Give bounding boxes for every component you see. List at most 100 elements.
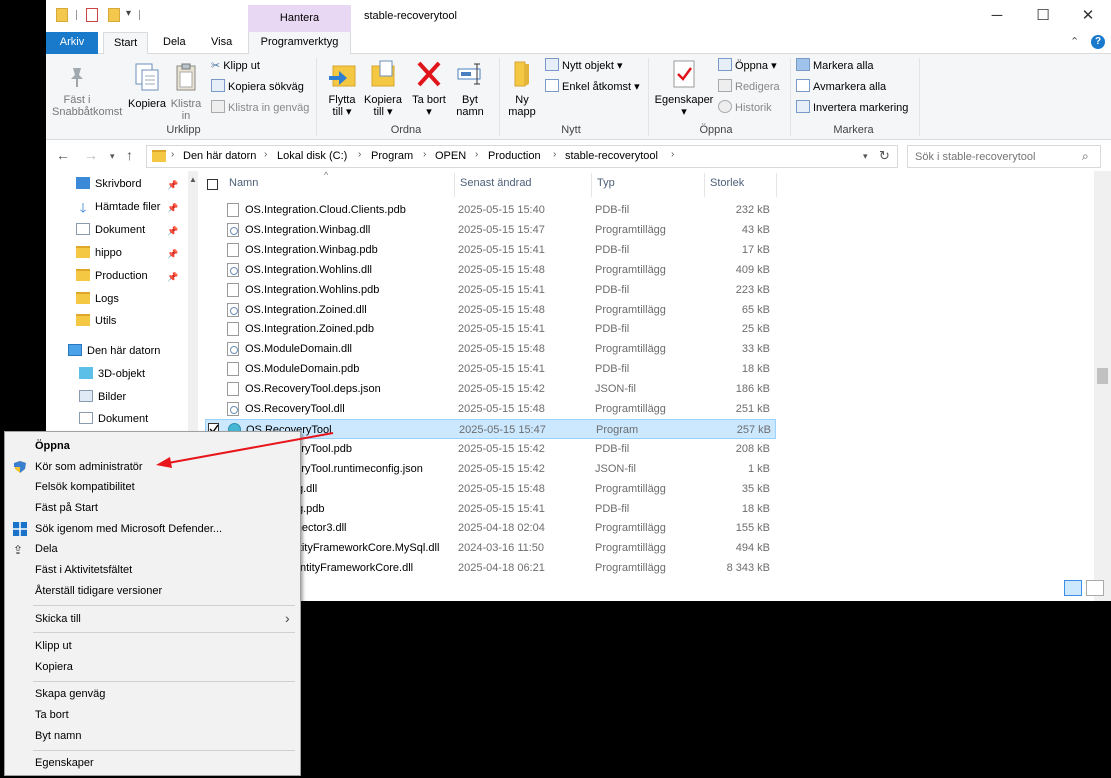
nav-item-downloads[interactable]: 🡓 Hämtade filer [76,196,166,218]
column-divider[interactable] [776,173,777,197]
scroll-up-icon[interactable]: ▲ [189,175,197,184]
maximize-button[interactable]: ☐ [1023,4,1063,28]
move-to-button[interactable]: Flytta till ▾ [322,58,362,118]
file-list-scrollbar[interactable] [1094,171,1111,601]
menu-item-defender[interactable]: Sök igenom med Microsoft Defender... [35,519,222,539]
select-none-button[interactable]: Avmarkera alla [796,79,886,95]
column-divider[interactable] [591,173,592,197]
column-header-type[interactable]: Typ [597,177,615,189]
history-button[interactable]: Historik [718,100,772,116]
column-divider[interactable] [454,173,455,197]
address-bar[interactable]: › Den här datorn › Lokal disk (C:) › Pro… [146,145,898,168]
qat-dropdown-icon[interactable]: ▾ [126,8,131,19]
nav-item-pictures[interactable]: Bilder [79,386,126,408]
easy-access-button[interactable]: Enkel åtkomst ▾ [545,79,640,95]
chevron-right-icon[interactable]: › [358,149,361,160]
chevron-right-icon[interactable]: › [264,149,267,160]
tab-visa[interactable]: Visa [201,32,242,54]
tab-start[interactable]: Start [103,32,149,55]
chevron-right-icon[interactable]: › [423,149,426,160]
menu-item-delete[interactable]: Ta bort [35,705,69,725]
file-row[interactable]: OS.ModuleDomain.dll 2025-05-15 15:48 Progr… [205,339,776,359]
back-arrow-icon[interactable]: ← [56,147,70,163]
menu-item-rename[interactable]: Byt namn [35,726,81,746]
file-row[interactable]: OS.Integration.Wohlins.dll 2025-05-15 15:… [205,260,776,280]
file-row[interactable]: OS.RecoveryTool.dll 2025-05-15 15:48 Progr… [205,399,776,419]
nav-item-production[interactable]: Production [76,265,148,287]
details-view-icon[interactable] [1064,580,1082,596]
column-header-date[interactable]: Senast ändrad [460,177,532,189]
cut-button[interactable]: ✂ Klipp ut [211,58,260,74]
menu-item-copy[interactable]: Kopiera [35,657,73,677]
recent-locations-icon[interactable]: ▾ [110,151,115,162]
minimize-button[interactable]: ─ [977,4,1017,28]
refresh-icon[interactable]: ↻ [879,148,890,164]
column-header-size[interactable]: Storlek [710,177,744,189]
tab-arkiv[interactable]: Arkiv [46,32,98,54]
forward-arrow-icon[interactable]: → [84,147,98,163]
search-input[interactable] [915,149,1075,164]
collapse-ribbon-icon[interactable]: ⌃ [1070,35,1079,48]
file-row[interactable]: OS.Integration.Wohlins.pdb 2025-05-15 15:… [205,280,776,300]
search-icon[interactable]: ⌕ [1082,149,1089,164]
nav-item-hippo[interactable]: hippo [76,242,122,264]
paste-shortcut-button[interactable]: Klistra in genväg [211,100,309,116]
chevron-right-icon[interactable]: › [475,149,478,160]
nav-item-logs[interactable]: Logs [76,288,119,310]
menu-item-pin-taskbar[interactable]: Fäst i Aktivitetsfältet [35,560,132,580]
paste-button[interactable]: Klistra in [169,58,203,122]
open-button[interactable]: Öppna ▾ [718,58,777,74]
nav-item-skrivbord[interactable]: Skrivbord [76,173,141,195]
copy-to-button[interactable]: Kopiera till ▾ [362,58,404,118]
menu-item-run-as-admin[interactable]: Kör som administratör [35,457,143,477]
large-icons-view-icon[interactable] [1086,580,1104,596]
column-divider[interactable] [704,173,705,197]
nav-item-dokument[interactable]: Dokument [76,219,145,241]
breadcrumb-segment[interactable]: Program [371,150,413,162]
pin-quick-access-button[interactable]: Fäst i Snabbåtkomst [52,58,122,118]
new-folder-button[interactable]: Ny mapp [504,58,540,118]
chevron-right-icon[interactable]: › [671,149,674,160]
breadcrumb-segment[interactable]: Den här datorn [183,150,256,162]
invert-selection-button[interactable]: Invertera markering [796,100,908,116]
help-icon[interactable]: ? [1091,35,1105,49]
file-row[interactable]: OS.Integration.Cloud.Clients.pdb 2025-05-… [205,200,776,220]
nav-item-documents[interactable]: Dokument [79,408,148,430]
breadcrumb-segment[interactable]: Lokal disk (C:) [277,150,347,162]
menu-item-open[interactable]: Öppna [35,436,70,456]
copy-path-button[interactable]: Kopiera sökväg [211,79,304,95]
menu-item-cut[interactable]: Klipp ut [35,636,72,656]
tab-dela[interactable]: Dela [153,32,196,54]
breadcrumb-segment[interactable]: Production [488,150,541,162]
copy-button[interactable]: Kopiera [126,58,168,110]
menu-item-create-shortcut[interactable]: Skapa genväg [35,684,105,704]
edit-button[interactable]: Redigera [718,79,780,95]
up-arrow-icon[interactable]: ↑ [126,147,133,163]
scrollbar-thumb[interactable] [1097,368,1108,384]
chevron-right-icon[interactable]: › [171,149,174,160]
menu-item-pin-start[interactable]: Fäst på Start [35,498,98,518]
breadcrumb-segment[interactable]: OPEN [435,150,466,162]
menu-item-send-to[interactable]: Skicka till [35,609,81,629]
file-row[interactable]: OS.Integration.Zoined.dll 2025-05-15 15:4… [205,300,776,320]
new-item-button[interactable]: Nytt objekt ▾ [545,58,623,74]
menu-item-troubleshoot[interactable]: Felsök kompatibilitet [35,477,135,497]
context-tab-group-label[interactable]: Hantera [248,5,351,32]
file-row[interactable]: OS.Integration.Zoined.pdb 2025-05-15 15:4… [205,319,776,339]
file-row[interactable]: OS.RecoveryTool.deps.json 2025-05-15 15:4… [205,379,776,399]
search-box[interactable]: ⌕ [907,145,1101,168]
nav-item-utils[interactable]: Utils [76,310,116,332]
rename-button[interactable]: Byt namn [450,58,490,118]
nav-item-3d-objects[interactable]: 3D-objekt [79,363,145,385]
address-history-icon[interactable]: ▾ [863,151,868,162]
new-folder-icon[interactable] [108,8,120,22]
properties-icon[interactable] [86,8,98,22]
select-all-button[interactable]: Markera alla [796,58,874,74]
folder-icon[interactable] [56,8,68,22]
close-button[interactable]: ✕ [1068,4,1108,28]
properties-button[interactable]: Egenskaper ▾ [652,58,716,118]
chevron-right-icon[interactable]: › [553,149,556,160]
breadcrumb-segment[interactable]: stable-recoverytool [565,150,658,162]
menu-item-restore-versions[interactable]: Återställ tidigare versioner [35,581,162,601]
delete-button[interactable]: Ta bort ▾ [412,58,446,118]
